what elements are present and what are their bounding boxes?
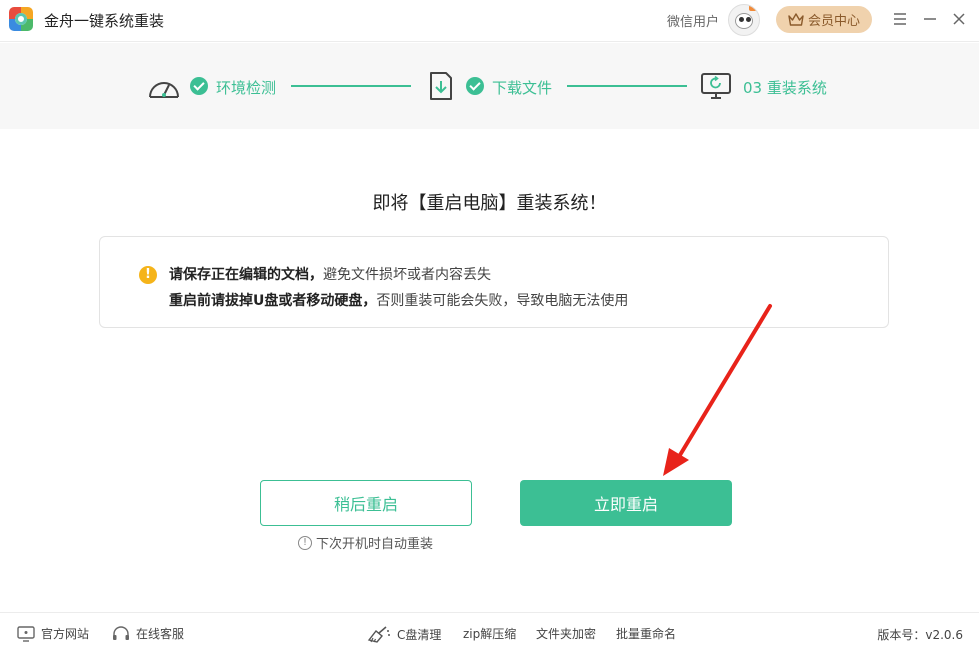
version-label: 版本号：v2.0.6	[877, 628, 963, 642]
menu-icon[interactable]	[891, 10, 909, 28]
c-drive-clean-link[interactable]: C盘清理	[367, 625, 441, 643]
page-title: 即将【重启电脑】重装系统！	[372, 193, 607, 214]
restart-later-hint: ! 下次开机时自动重装	[298, 533, 433, 552]
notice-line-2: 重启前请拔掉U盘或者移动硬盘，否则重装可能会失败，导致电脑无法使用	[169, 293, 629, 309]
minimize-icon[interactable]	[921, 10, 939, 28]
restart-now-button[interactable]: 立即重启	[520, 480, 732, 526]
broom-icon	[367, 626, 390, 643]
user-name[interactable]: 微信用户	[667, 11, 719, 30]
steps-bar: 环境检测 下载文件 03 重装系统	[0, 43, 979, 129]
gauge-icon	[149, 82, 179, 98]
vip-center-button[interactable]: 会员中心	[776, 6, 872, 33]
check-icon	[466, 77, 484, 95]
avatar-crown-icon	[749, 5, 757, 11]
logo-icon	[9, 7, 33, 31]
reinstall-monitor-icon	[701, 73, 731, 99]
official-website-link[interactable]: 官方网站	[17, 625, 89, 642]
avatar[interactable]	[728, 4, 760, 36]
footer: 官方网站 在线客服 C盘清理 zip解压缩 文件夹加密 批量重命名 版本号：v2…	[0, 612, 979, 650]
crown-icon	[788, 12, 804, 26]
close-icon[interactable]	[950, 10, 968, 28]
monitor-icon	[17, 625, 35, 642]
warning-icon: !	[139, 266, 157, 284]
step-connector	[567, 85, 687, 87]
info-icon: !	[298, 535, 312, 550]
zip-extract-link[interactable]: zip解压缩	[463, 625, 516, 642]
app-title: 金舟一键系统重装	[44, 12, 165, 30]
step-reinstall: 03 重装系统	[743, 79, 827, 97]
step-connector	[291, 85, 411, 87]
batch-rename-link[interactable]: 批量重命名	[616, 625, 676, 642]
title-bar: 金舟一键系统重装 微信用户 会员中心	[0, 0, 979, 42]
step-env-check: 环境检测	[216, 79, 277, 97]
restart-later-button[interactable]: 稍后重启	[260, 480, 472, 526]
red-arrow-annotation	[663, 304, 772, 476]
check-icon	[190, 77, 208, 95]
online-support-link[interactable]: 在线客服	[112, 625, 184, 642]
download-file-icon	[430, 72, 452, 100]
headset-icon	[113, 625, 129, 640]
step-download: 下载文件	[492, 79, 553, 97]
notice-line-1: 请保存正在编辑的文档，避免文件损坏或者内容丢失	[169, 267, 491, 283]
folder-encrypt-link[interactable]: 文件夹加密	[536, 625, 596, 642]
